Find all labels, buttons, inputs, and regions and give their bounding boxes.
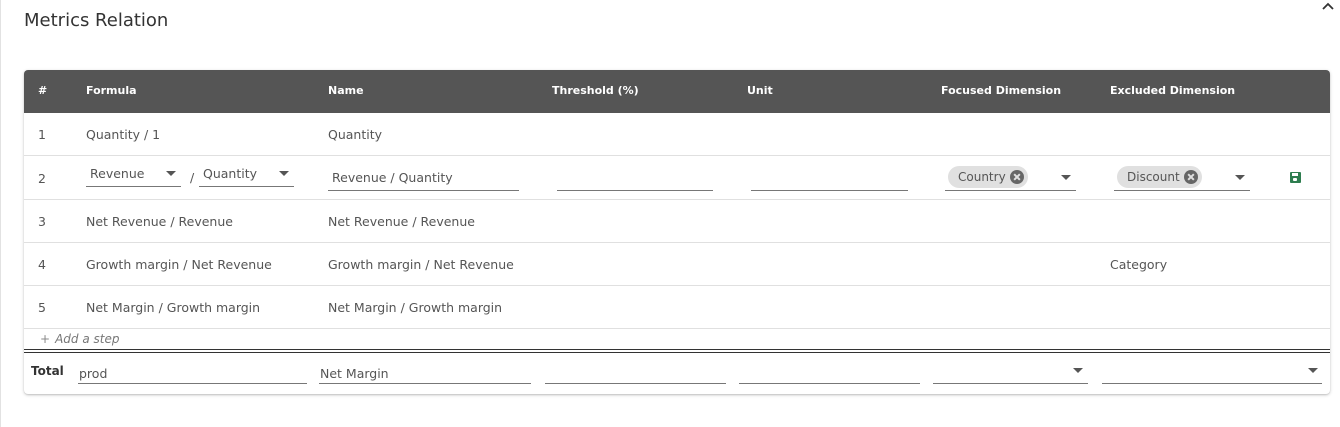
add-step-label: Add a step [55, 332, 120, 346]
input-underline [78, 383, 307, 384]
dimension-chip: Discount [1117, 166, 1202, 188]
total-divider [24, 349, 1330, 353]
column-header-name: Name [328, 84, 364, 97]
table-row[interactable]: 5 Net Margin / Growth margin Net Margin … [24, 286, 1330, 329]
column-header-threshold: Threshold (%) [552, 84, 639, 97]
add-step-button[interactable]: + Add a step [40, 332, 119, 346]
panel-left-border [0, 0, 1, 427]
table-header: # Formula Name Threshold (%) Unit Focuse… [24, 70, 1330, 113]
table-row[interactable]: 1 Quantity / 1 Quantity [24, 113, 1330, 156]
caret-down-icon [279, 171, 289, 176]
caret-down-icon [1073, 368, 1083, 373]
total-name-value: Net Margin [320, 366, 389, 381]
caret-down-icon [1308, 368, 1318, 373]
input-underline [751, 190, 908, 191]
formula-separator: / [190, 170, 195, 185]
section-title: Metrics Relation [24, 10, 169, 31]
chip-label: Discount [1127, 170, 1180, 184]
row-number: 3 [38, 214, 46, 229]
row-number: 2 [38, 171, 46, 186]
row-formula: Growth margin / Net Revenue [86, 257, 272, 272]
row-formula: Quantity / 1 [86, 127, 161, 142]
row-number: 5 [38, 300, 46, 315]
dimension-chip: Country [948, 166, 1028, 188]
metrics-table-card: # Formula Name Threshold (%) Unit Focuse… [24, 70, 1330, 394]
column-header-number: # [38, 84, 48, 97]
row-name: Growth margin / Net Revenue [328, 257, 514, 272]
select-underline [86, 186, 181, 187]
formula-left-value: Revenue [90, 166, 145, 181]
input-underline [739, 383, 920, 384]
chip-label: Country [958, 170, 1006, 184]
name-input-value: Revenue / Quantity [332, 170, 453, 185]
caret-down-icon [166, 171, 176, 176]
column-header-unit: Unit [747, 84, 773, 97]
input-underline [328, 190, 519, 191]
row-excluded-dimension: Category [1110, 257, 1168, 272]
row-name: Net Revenue / Revenue [328, 214, 475, 229]
select-underline [933, 383, 1088, 384]
caret-down-icon [1061, 175, 1071, 180]
input-underline [319, 383, 531, 384]
select-underline [1102, 383, 1322, 384]
collapse-button[interactable] [1320, 0, 1336, 14]
total-formula-value: prod [79, 366, 108, 381]
input-underline [545, 383, 726, 384]
row-number: 1 [38, 127, 46, 142]
save-icon[interactable] [1290, 172, 1301, 183]
row-formula: Net Revenue / Revenue [86, 214, 233, 229]
column-header-focused-dimension: Focused Dimension [941, 84, 1062, 97]
caret-down-icon [1235, 175, 1245, 180]
chevron-up-icon [1322, 2, 1334, 10]
formula-right-value: Quantity [203, 166, 258, 181]
row-number: 4 [38, 257, 46, 272]
table-row-editing[interactable]: 2 Revenue / Quantity Revenue / Quantity … [24, 156, 1330, 200]
plus-icon: + [40, 332, 51, 346]
column-header-formula: Formula [86, 84, 137, 97]
row-name: Quantity [328, 127, 383, 142]
table-row[interactable]: 3 Net Revenue / Revenue Net Revenue / Re… [24, 200, 1330, 243]
total-label: Total [31, 364, 64, 378]
close-circle-icon[interactable] [1009, 170, 1024, 184]
row-name: Net Margin / Growth margin [328, 300, 503, 315]
input-underline [557, 190, 713, 191]
column-header-excluded-dimension: Excluded Dimension [1110, 84, 1236, 97]
row-formula: Net Margin / Growth margin [86, 300, 261, 315]
select-underline [1114, 190, 1250, 191]
close-circle-icon[interactable] [1183, 170, 1198, 184]
select-underline [199, 186, 294, 187]
table-row[interactable]: 4 Growth margin / Net Revenue Growth mar… [24, 243, 1330, 286]
select-underline [945, 190, 1076, 191]
